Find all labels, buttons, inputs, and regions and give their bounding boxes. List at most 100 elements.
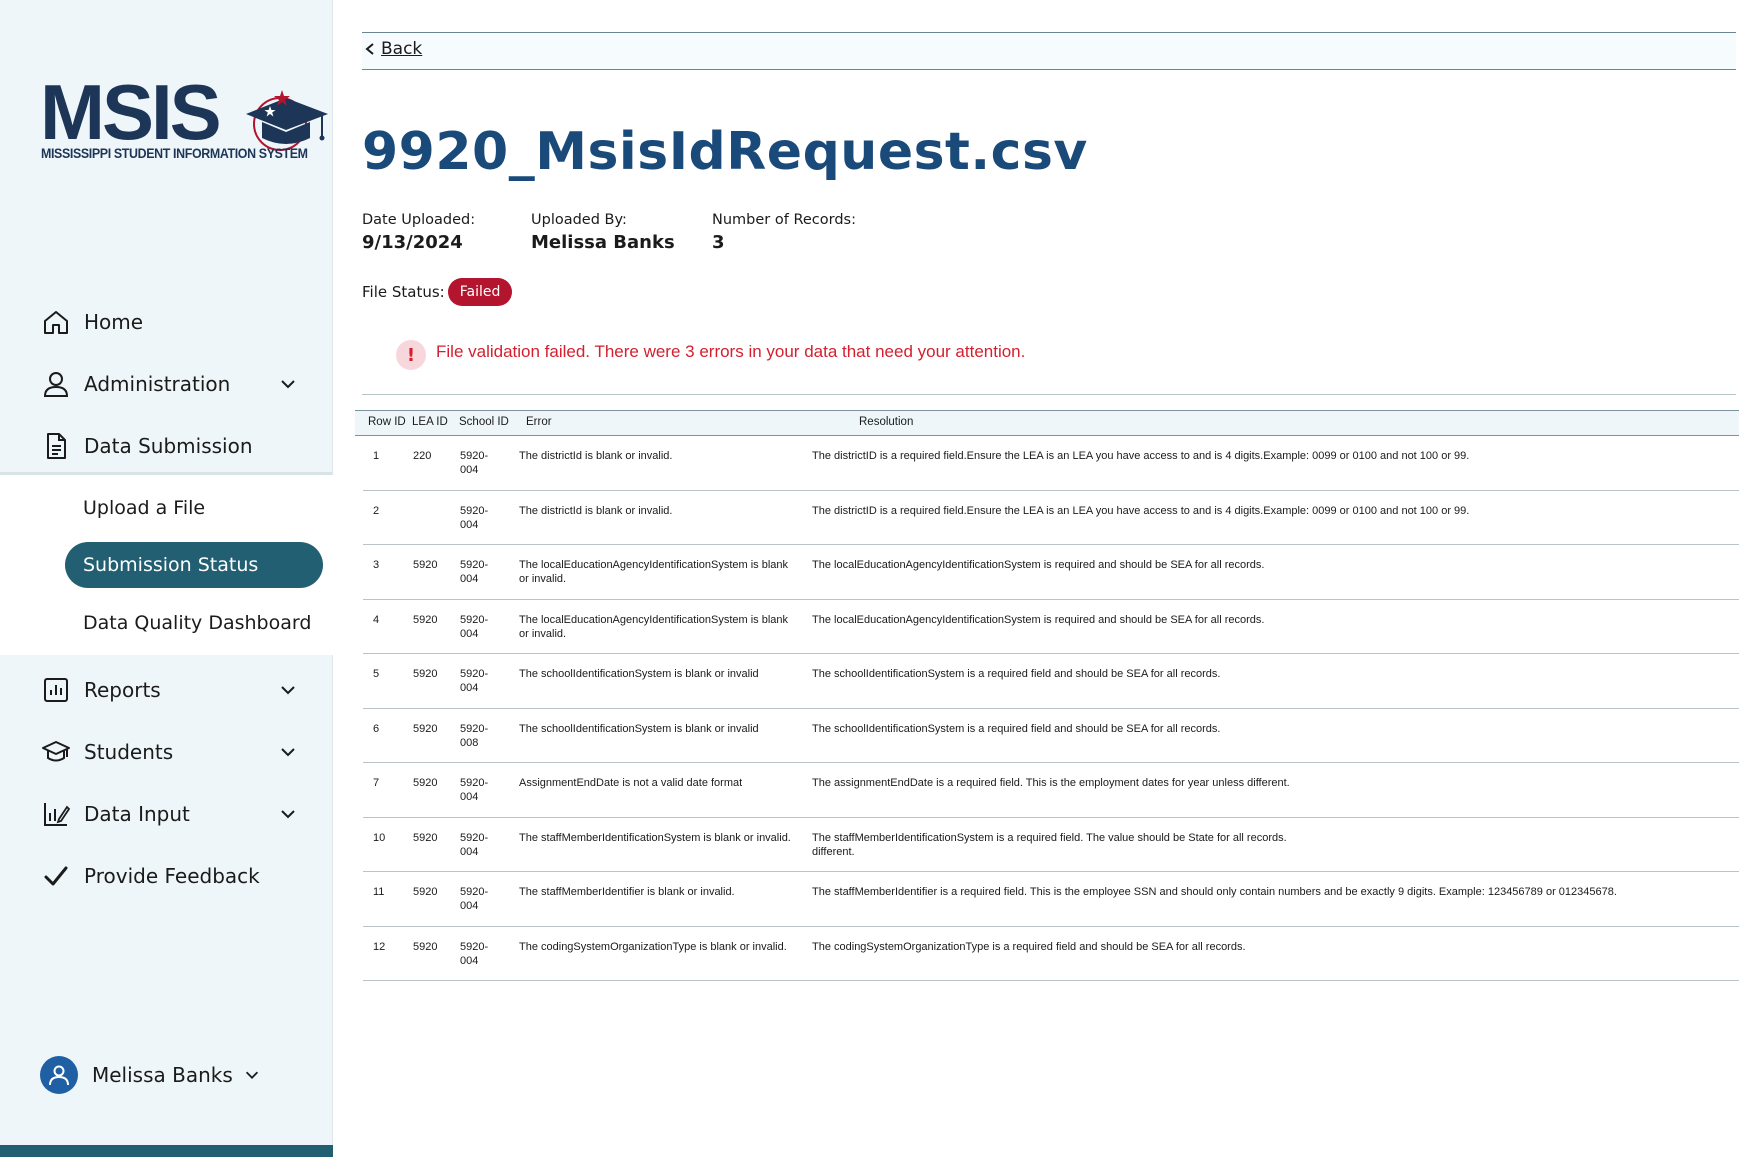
nav-data-input[interactable]: Data Input (40, 794, 310, 834)
table-row[interactable]: 12 5920 5920- 004 The codingSystemOrganizat… (363, 927, 1739, 981)
col-row-id[interactable]: Row ID (368, 416, 406, 428)
meta-number-of-records: Number of Records: 3 (712, 212, 856, 253)
cell-resolution: The localEducationAgencyIdentificationSy… (812, 613, 1265, 626)
subnav-submission-status[interactable]: Submission Status (65, 542, 323, 588)
back-link[interactable]: Back (364, 39, 422, 59)
cell-lea-id: 5920 (413, 613, 438, 626)
cell-resolution: The staffMemberIdentificationSystem is a… (812, 831, 1287, 858)
divider (362, 394, 1736, 395)
chevron-down-icon[interactable] (278, 680, 298, 700)
cell-error: The localEducationAgencyIdentificationSy… (519, 559, 789, 585)
cell-lea-id: 5920 (413, 777, 438, 789)
table-row[interactable]: 11 5920 5920- 004 The staffMemberIdentifier… (363, 872, 1739, 927)
msis-logo[interactable]: MSIS MISSISSIPPI STUDENT INFORMATION SYS… (40, 72, 328, 166)
nav-students-label: Students (84, 740, 174, 764)
logo-wordmark: MSIS (40, 68, 222, 156)
user-menu[interactable]: Melissa Banks (40, 1055, 261, 1095)
nav-administration-label: Administration (84, 372, 231, 396)
cell-error: AssignmentEndDate is not a valid date fo… (519, 777, 743, 789)
date-uploaded-value: 9/13/2024 (362, 232, 463, 253)
exclamation-icon: ! (396, 340, 426, 370)
nav-provide-feedback[interactable]: Provide Feedback (40, 856, 310, 896)
uploaded-by-label: Uploaded By: (531, 212, 627, 228)
document-icon (40, 430, 72, 462)
sidebar: MSIS MISSISSIPPI STUDENT INFORMATION SYS… (0, 0, 333, 1157)
table-row[interactable]: 3 5920 5920- 004 The localEducationAgencyId… (363, 545, 1739, 600)
nav-home-label: Home (84, 310, 144, 334)
logo-subtitle: MISSISSIPPI STUDENT INFORMATION SYSTEM (41, 146, 308, 161)
cell-row-id: 11 (373, 886, 385, 898)
col-school-id[interactable]: School ID (459, 416, 509, 428)
cell-row-id: 6 (373, 722, 380, 735)
table-row[interactable]: 1 220 5920- 004 The districtId is blank or … (363, 436, 1739, 491)
nav-data-submission[interactable]: Data Submission (40, 426, 310, 466)
table-body: 1 220 5920- 004 The districtId is blank or … (355, 436, 1739, 981)
nav-reports[interactable]: Reports (40, 670, 310, 710)
sidebar-bottom-bar (0, 1145, 333, 1157)
cell-row-id: 5 (373, 668, 380, 680)
cell-row-id: 10 (373, 831, 386, 844)
cell-row-id: 2 (373, 504, 380, 517)
user-name: Melissa Banks (92, 1063, 233, 1087)
nav-administration[interactable]: Administration (40, 364, 310, 404)
subnav-data-quality-dashboard[interactable]: Data Quality Dashboard (83, 612, 311, 634)
table-row[interactable]: 7 5920 5920- 004 AssignmentEndDate is not a… (363, 763, 1739, 818)
cell-resolution: The localEducationAgencyIdentificationSy… (812, 559, 1265, 571)
nav-reports-label: Reports (84, 678, 161, 702)
table-row[interactable]: 2 5920- 004 The districtId is blank or inv… (363, 491, 1739, 545)
col-resolution[interactable]: Resolution (859, 416, 913, 428)
cell-error: The localEducationAgencyIdentificationSy… (519, 613, 789, 640)
back-label: Back (381, 39, 423, 59)
table-row[interactable]: 6 5920 5920- 008 The schoolIdentificationSy… (363, 709, 1739, 763)
cell-school-id: 5920- 004 (460, 777, 489, 803)
number-of-records-label: Number of Records: (712, 212, 856, 228)
errors-table: Row ID LEA ID School ID Error Resolution… (355, 410, 1739, 981)
cell-error: The districtId is blank or invalid. (519, 450, 673, 462)
chevron-down-icon[interactable] (243, 1066, 261, 1084)
col-error[interactable]: Error (526, 416, 552, 428)
cell-error: The staffMemberIdentificationSystem is b… (519, 831, 791, 844)
file-status-label: File Status: (362, 283, 445, 301)
cell-school-id: 5920- 004 (460, 831, 489, 858)
chevron-left-icon (365, 43, 374, 55)
uploaded-by-value: Melissa Banks (531, 232, 675, 253)
cell-error: The schoolIdentificationSystem is blank … (519, 722, 759, 735)
status-badge: Failed (447, 278, 513, 306)
back-bar: Back (362, 32, 1736, 70)
table-row[interactable]: 4 5920 5920- 004 The localEducationAgencyId… (363, 600, 1739, 654)
cell-school-id: 5920- 004 (460, 613, 489, 640)
cell-lea-id: 220 (413, 450, 432, 462)
nav-students[interactable]: Students (40, 732, 310, 772)
alert-message: File validation failed. There were 3 err… (436, 342, 1026, 361)
cell-school-id: 5920- 004 (460, 668, 489, 694)
cell-school-id: 5920- 004 (460, 886, 489, 912)
nav-home[interactable]: Home (40, 302, 310, 342)
user-icon (40, 368, 72, 400)
nav-provide-feedback-label: Provide Feedback (84, 864, 260, 888)
cell-lea-id: 5920 (413, 559, 438, 571)
cell-resolution: The schoolIdentificationSystem is a requ… (812, 722, 1221, 735)
cell-lea-id: 5920 (413, 722, 438, 735)
cell-school-id: 5920- 004 (460, 450, 489, 476)
cell-resolution: The staffMemberIdentifier is a required … (812, 886, 1617, 898)
meta-uploaded-by: Uploaded By: Melissa Banks (531, 212, 675, 253)
cell-lea-id: 5920 (413, 831, 438, 844)
table-row[interactable]: 5 5920 5920- 004 The schoolIdentificationSy… (363, 654, 1739, 709)
graduation-cap-icon (40, 736, 72, 768)
col-lea-id[interactable]: LEA ID (412, 416, 448, 428)
cell-row-id: 1 (373, 450, 380, 462)
cell-resolution: The districtID is a required field.Ensur… (812, 504, 1470, 517)
chevron-down-icon[interactable] (278, 804, 298, 824)
bar-chart-icon (40, 674, 72, 706)
date-uploaded-label: Date Uploaded: (362, 212, 476, 228)
cell-school-id: 5920- 004 (460, 504, 489, 531)
subnav-upload-file[interactable]: Upload a File (83, 497, 205, 519)
edit-chart-icon (40, 798, 72, 830)
chevron-down-icon[interactable] (278, 374, 298, 394)
data-submission-subnav: Upload a File Submission Status Data Qua… (0, 472, 333, 655)
cell-school-id: 5920- 008 (460, 722, 489, 749)
cell-row-id: 3 (373, 559, 380, 571)
chevron-down-icon[interactable] (278, 742, 298, 762)
nav-data-submission-label: Data Submission (84, 434, 253, 458)
table-row[interactable]: 10 5920 5920- 004 The staffMemberIdentifica… (363, 818, 1739, 872)
